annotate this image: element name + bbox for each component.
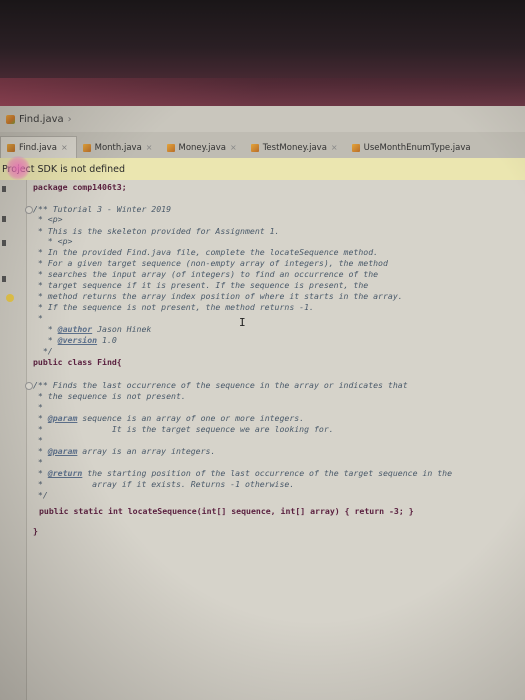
gutter-marker [2, 276, 6, 282]
java-file-icon [166, 143, 175, 152]
code-editor[interactable]: package comp1406t3; /** Tutorial 3 - Win… [25, 180, 525, 700]
doc-text: the starting position of the last occurr… [82, 468, 453, 478]
fold-icon[interactable] [25, 206, 33, 214]
doc-text: Jason Hinek [92, 324, 152, 334]
tab-label: Month.java [94, 142, 142, 153]
code-line: * This is the skeleton provided for Assi… [33, 226, 280, 236]
doc-prefix: * [33, 335, 58, 345]
gutter-marker [2, 216, 6, 222]
code-line: * [33, 457, 43, 467]
package-name: comp1406t3; [67, 182, 127, 192]
ide-window: Find.java › Find.java × Month.java × Mon… [0, 106, 525, 700]
tab-label: Find.java [19, 142, 57, 153]
code-line: * @param sequence is an array of one or … [33, 413, 304, 423]
code-line: * target sequence if it is present. If t… [33, 280, 369, 290]
code-line: * <p> [33, 236, 73, 246]
close-icon[interactable]: × [146, 143, 153, 152]
tab-month-java[interactable]: Month.java × [77, 137, 161, 158]
editor-gutter[interactable] [0, 180, 27, 700]
java-file-icon [7, 143, 15, 152]
code-line: * For a given target sequence (non-empty… [33, 258, 388, 268]
code-line: * [33, 402, 43, 412]
tab-label: Money.java [178, 142, 226, 153]
doc-tag: @version [57, 335, 98, 345]
code-line: * It is the target sequence we are looki… [33, 424, 334, 434]
doc-prefix: * [33, 324, 58, 334]
doc-prefix: * [33, 413, 48, 423]
java-file-icon [250, 143, 259, 152]
code-line: * <p> [33, 214, 63, 224]
lightbulb-icon[interactable] [6, 294, 14, 302]
close-icon[interactable]: × [331, 143, 338, 152]
doc-tag: @return [47, 468, 83, 478]
code-line: * [33, 313, 43, 323]
tab-find-java[interactable]: Find.java × [0, 136, 77, 158]
tab-money-java[interactable]: Money.java × [161, 137, 245, 158]
doc-prefix: * [33, 468, 48, 478]
doc-prefix: * [33, 446, 48, 456]
code-line: public class Find{ [33, 357, 122, 367]
editor-tabs: Find.java × Month.java × Money.java × Te… [0, 132, 525, 159]
code-line: * @author Jason Hinek [33, 324, 152, 334]
code-line: */ [33, 490, 48, 500]
doc-text: array is an array integers. [77, 446, 216, 456]
fold-icon[interactable] [25, 382, 33, 390]
code-line: * If the sequence is not present, the me… [33, 302, 314, 312]
java-file-icon [351, 143, 360, 152]
code-line: */ [33, 346, 53, 356]
code-line: /** Finds the last occurrence of the seq… [33, 380, 408, 390]
close-icon[interactable]: × [61, 143, 68, 152]
java-file-icon [82, 143, 91, 152]
java-file-icon [6, 114, 15, 124]
doc-text: 1.0 [97, 335, 117, 345]
tab-testmoney-java[interactable]: TestMoney.java × [245, 137, 346, 158]
code-line: * [33, 435, 43, 445]
tab-usemonthenumtype-java[interactable]: UseMonthEnumType.java [346, 137, 479, 158]
code-line: * the sequence is not present. [33, 391, 186, 401]
breadcrumb: Find.java › [0, 106, 525, 133]
doc-text: sequence is an array of one or more inte… [77, 413, 305, 423]
code-line: * @param array is an array integers. [33, 446, 215, 456]
code-line: } [33, 526, 38, 536]
tab-label: UseMonthEnumType.java [363, 142, 471, 153]
code-line: package comp1406t3; [33, 182, 127, 192]
tab-label: TestMoney.java [262, 142, 327, 153]
code-line: * method returns the array index positio… [33, 291, 403, 301]
code-line: * searches the input array (of integers)… [33, 269, 379, 279]
breadcrumb-file[interactable]: Find.java [19, 114, 64, 125]
code-line: * @version 1.0 [33, 335, 117, 345]
doc-tag: @param [47, 446, 78, 456]
sdk-warning-banner[interactable]: Project SDK is not defined [0, 156, 525, 181]
text-cursor-icon: I [239, 316, 246, 329]
code-line: /** Tutorial 3 - Winter 2019 [33, 204, 172, 214]
gutter-marker [2, 240, 6, 246]
code-line: public static int locateSequence(int[] s… [39, 506, 414, 516]
code-line: * array if it exists. Returns -1 otherwi… [33, 479, 295, 489]
gutter-marker [2, 186, 6, 192]
keyword: package [33, 182, 68, 192]
screen-glare [0, 78, 525, 106]
doc-tag: @param [47, 413, 78, 423]
code-line: * In the provided Find.java file, comple… [33, 247, 379, 257]
close-icon[interactable]: × [230, 143, 237, 152]
click-highlight [6, 156, 30, 180]
doc-tag: @author [57, 324, 93, 334]
code-line: * @return the starting position of the l… [33, 468, 452, 478]
chevron-right-icon: › [67, 113, 72, 125]
